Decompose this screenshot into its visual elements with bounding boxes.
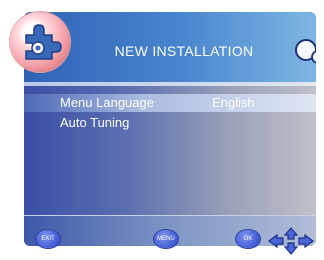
menu-item-menu-language[interactable]: Menu Language English xyxy=(24,94,316,112)
page-title: NEW INSTALLATION xyxy=(114,43,254,59)
bubbles-icon xyxy=(294,38,316,74)
menu-button[interactable]: MENU xyxy=(154,230,178,248)
menu-item-label: Menu Language xyxy=(60,95,154,110)
menu-item-auto-tuning[interactable]: Auto Tuning xyxy=(24,114,316,132)
menu-item-value: English xyxy=(212,95,255,110)
ok-button[interactable]: OK xyxy=(236,230,260,248)
puzzle-gear-icon xyxy=(10,12,70,72)
exit-button[interactable]: EXIT xyxy=(36,230,60,248)
direction-arrows-icon xyxy=(267,227,315,260)
menu-item-label: Auto Tuning xyxy=(60,115,130,130)
